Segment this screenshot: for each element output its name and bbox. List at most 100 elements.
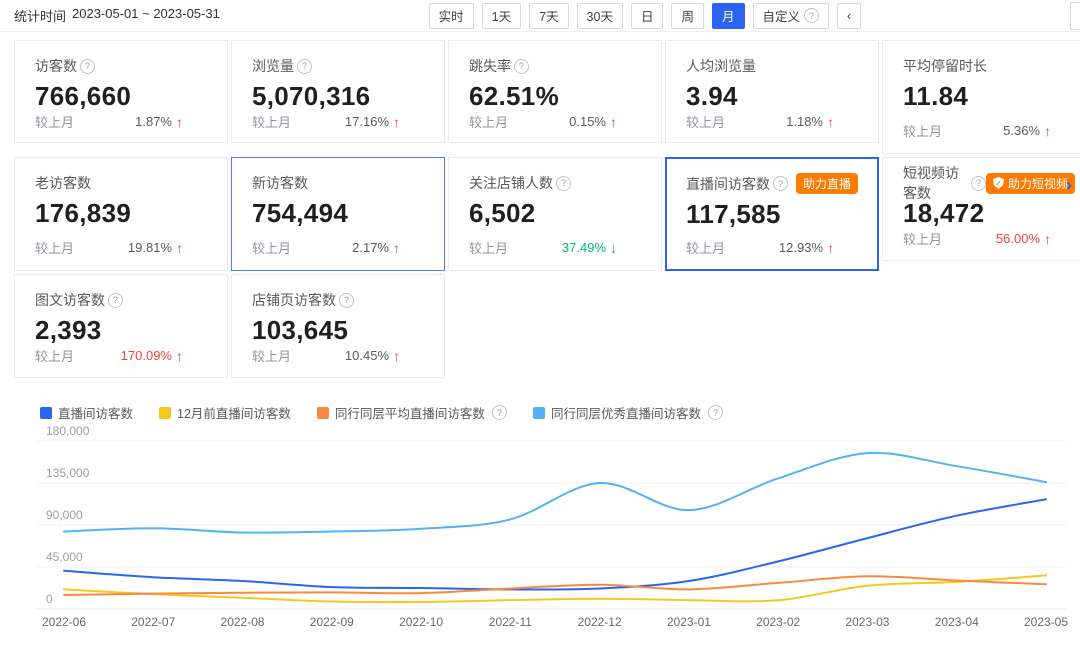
help-icon[interactable]: ? (514, 59, 529, 74)
metric-card-header: 访客数 ? (35, 56, 207, 76)
metric-card-header: 平均停留时长 (903, 56, 1075, 76)
metric-card[interactable]: 老访客数 176,839 较上月 19.81% (14, 157, 228, 271)
metric-value: 766,660 (35, 81, 207, 112)
legend-item[interactable]: 同行同层优秀直播间访客数? (533, 403, 723, 422)
help-icon[interactable]: ? (297, 59, 312, 74)
help-icon[interactable]: ? (556, 176, 571, 191)
compare-label: 较上月 (686, 238, 725, 257)
time-range-button[interactable]: 日 (631, 3, 664, 29)
metric-title: 短视频访客数 (903, 163, 968, 203)
metric-card[interactable]: 图文访客数 ? 2,393 较上月 170.09% (14, 274, 228, 378)
compare-label: 较上月 (35, 346, 74, 365)
metric-title: 店铺页访客数 (252, 290, 336, 310)
metric-card[interactable]: 店铺页访客数 ? 103,645 较上月 10.45% (231, 274, 445, 378)
help-icon[interactable]: ? (708, 405, 723, 420)
promo-badge-label: 助力短视频 (1008, 175, 1068, 192)
help-icon[interactable]: ? (971, 176, 986, 191)
trend-arrow (827, 241, 834, 255)
time-range-button[interactable]: ‹ (837, 3, 861, 29)
metric-card[interactable]: 平均停留时长 11.84 较上月 5.36% (882, 40, 1080, 154)
x-axis-tick-label: 2022-07 (131, 615, 175, 629)
stats-time-range: 统计时间 2023-05-01 ~ 2023-05-31 (14, 6, 220, 25)
pct-change: 1.18% (786, 114, 823, 129)
metric-card[interactable]: 新访客数 754,494 较上月 2.17% (231, 157, 445, 271)
y-axis-tick-label: 180,000 (46, 424, 90, 438)
legend-swatch (159, 407, 171, 419)
trend-arrow (1044, 124, 1051, 138)
y-axis-tick-label: 45,000 (46, 550, 83, 564)
promo-badge-label: 助力直播 (803, 175, 851, 192)
compare-label: 较上月 (686, 112, 725, 131)
legend-label: 同行同层平均直播间访客数 (335, 403, 485, 422)
metric-card[interactable]: 访客数 ? 766,660 较上月 1.87% (14, 40, 228, 143)
metric-title: 跳失率 (469, 56, 511, 76)
x-axis-tick-label: 2022-06 (42, 615, 86, 629)
time-range-button[interactable]: 实时 (429, 3, 474, 29)
trend-arrow (176, 349, 183, 363)
time-range-button-label: 自定义 (763, 6, 801, 25)
pct-change: 37.49% (562, 240, 606, 255)
help-icon[interactable]: ? (108, 293, 123, 308)
metric-title: 访客数 (35, 56, 77, 76)
help-icon[interactable]: ? (773, 176, 788, 191)
legend-item[interactable]: 同行同层平均直播间访客数? (317, 403, 507, 422)
time-range-button[interactable]: 1天 (482, 3, 521, 29)
time-range-button-label: 30天 (587, 6, 613, 25)
pct-change: 19.81% (128, 240, 172, 255)
x-axis-tick-label: 2022-10 (399, 615, 443, 629)
help-icon[interactable]: ? (492, 405, 507, 420)
clipped-button[interactable] (1070, 2, 1080, 30)
time-range-button[interactable]: 7天 (529, 3, 568, 29)
compare-label: 较上月 (469, 112, 508, 131)
time-range-button[interactable]: 30天 (577, 3, 623, 29)
promo-badge[interactable]: 助力短视频 (986, 173, 1075, 194)
metric-card[interactable]: 人均浏览量 3.94 较上月 1.18% (665, 40, 879, 143)
legend-item[interactable]: 直播间访客数 (40, 403, 133, 422)
metric-value: 103,645 (252, 315, 424, 346)
pct-change: 5.36% (1003, 123, 1040, 138)
compare-label: 较上月 (252, 346, 291, 365)
trend-arrow (610, 241, 617, 255)
metric-card[interactable]: 关注店铺人数 ? 6,502 较上月 37.49% (448, 157, 662, 271)
metric-card-footer: 较上月 17.16% (252, 112, 424, 131)
metric-cards: 访客数 ? 766,660 较上月 1.87% 浏览量 ? 5,070,316 … (14, 40, 1080, 378)
legend-label: 直播间访客数 (58, 403, 133, 422)
metric-card[interactable]: 跳失率 ? 62.51% 较上月 0.15% (448, 40, 662, 143)
time-range-button[interactable]: 月 (712, 3, 745, 29)
metric-card[interactable]: 浏览量 ? 5,070,316 较上月 17.16% (231, 40, 445, 143)
trend-arrow (176, 241, 183, 255)
metric-card-header: 跳失率 ? (469, 56, 641, 76)
x-axis-tick-label: 2023-04 (935, 615, 979, 629)
time-range-button-label: 日 (641, 6, 654, 25)
compare-label: 较上月 (903, 121, 942, 140)
shield-check-icon (993, 177, 1004, 189)
chart-line (64, 499, 1046, 589)
metric-card-footer: 较上月 2.17% (252, 238, 424, 257)
metric-title: 浏览量 (252, 56, 294, 76)
chart-line (64, 453, 1046, 533)
help-icon[interactable]: ? (80, 59, 95, 74)
y-axis-tick-label: 90,000 (46, 508, 83, 522)
time-range-button[interactable]: 自定义 ? (753, 3, 830, 29)
carousel-next-icon[interactable]: › (1066, 176, 1072, 194)
time-range-button[interactable]: 周 (671, 3, 704, 29)
metric-title: 平均停留时长 (903, 56, 987, 76)
time-range-button-label: ‹ (847, 9, 851, 23)
metric-card-header: 图文访客数 ? (35, 290, 207, 310)
legend-label: 12月前直播间访客数 (177, 403, 291, 422)
metric-value: 18,472 (903, 198, 1075, 229)
metric-value: 62.51% (469, 81, 641, 112)
metric-card[interactable]: 短视频访客数 ? 助力短视频 18,472 较上月 56.00% (882, 157, 1080, 261)
metric-card[interactable]: 直播间访客数 ? 助力直播 117,585 较上月 12.93% (665, 157, 879, 271)
help-icon[interactable]: ? (339, 293, 354, 308)
legend-item[interactable]: 12月前直播间访客数 (159, 403, 291, 422)
compare-label: 较上月 (469, 238, 508, 257)
metric-title: 图文访客数 (35, 290, 105, 310)
compare-label: 较上月 (252, 112, 291, 131)
trend-line-chart: 045,00090,000135,000180,0002022-062022-0… (0, 422, 1080, 643)
metric-value: 176,839 (35, 198, 207, 229)
x-axis-tick-label: 2022-08 (221, 615, 265, 629)
trend-arrow (393, 241, 400, 255)
metric-card-footer: 较上月 19.81% (35, 238, 207, 257)
promo-badge[interactable]: 助力直播 (796, 173, 858, 194)
